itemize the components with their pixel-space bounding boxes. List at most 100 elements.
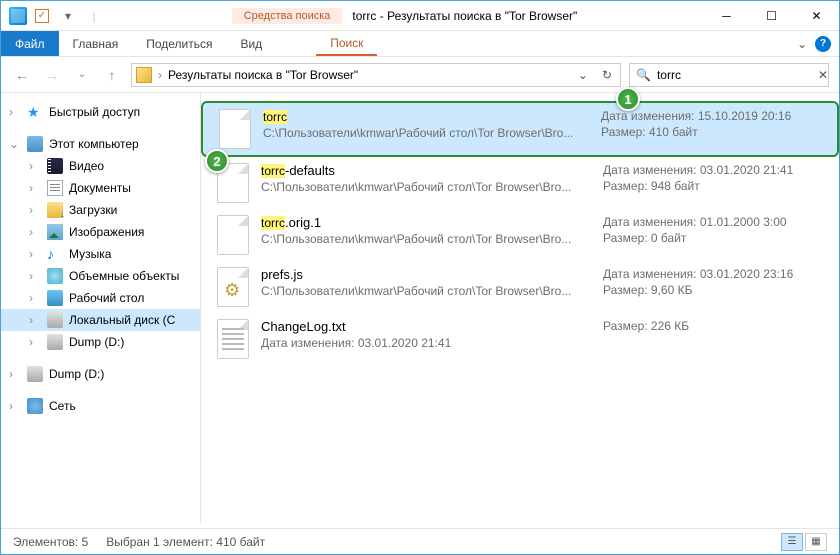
sidebar-label: Документы <box>69 181 131 195</box>
result-row[interactable]: prefs.js С:\Пользователи\kmwar\Рабочий ст… <box>201 261 839 313</box>
file-icon <box>217 319 249 359</box>
back-button[interactable]: ← <box>11 64 33 86</box>
result-metadata: Дата изменения: 03.01.2020 21:41Размер: … <box>603 163 823 195</box>
sidebar-label: Объемные объекты <box>69 269 179 283</box>
status-selection: Выбран 1 элемент: 410 байт <box>106 535 265 549</box>
search-box[interactable]: 🔍 ✕ <box>629 63 829 87</box>
sidebar-label: Музыка <box>69 247 111 261</box>
file-icon <box>219 109 251 149</box>
sidebar-music[interactable]: ♪ Музыка <box>1 243 200 265</box>
search-input[interactable] <box>657 68 812 82</box>
document-icon <box>47 180 63 196</box>
star-icon: ★ <box>27 104 43 120</box>
sidebar-network[interactable]: Сеть <box>1 395 200 417</box>
tab-search[interactable]: Поиск <box>316 31 377 56</box>
sidebar-label: Изображения <box>69 225 144 239</box>
3d-icon <box>47 268 63 284</box>
help-icon[interactable]: ? <box>815 36 831 52</box>
search-tools-contextual-tab: Средства поиска <box>232 8 343 24</box>
results-pane[interactable]: torrc С:\Пользователи\kmwar\Рабочий стол\… <box>201 93 839 523</box>
breadcrumb-chevron[interactable]: › <box>158 68 162 82</box>
sidebar-this-pc[interactable]: Этот компьютер <box>1 133 200 155</box>
forward-button[interactable]: → <box>41 64 63 86</box>
qat-dropdown[interactable]: ▾ <box>57 5 79 27</box>
qat-checkbox[interactable]: ✓ <box>31 5 53 27</box>
navigation-bar: ← → ⌄ ↑ › Результаты поиска в "Tor Brows… <box>1 57 839 93</box>
drive-icon <box>27 366 43 382</box>
sidebar-quick-access[interactable]: ★ Быстрый доступ <box>1 101 200 123</box>
tab-home[interactable]: Главная <box>59 31 133 56</box>
view-details-button[interactable]: ☰ <box>781 533 803 551</box>
sidebar-label: Dump (D:) <box>49 367 104 381</box>
picture-icon <box>47 224 63 240</box>
clear-search-icon[interactable]: ✕ <box>818 68 828 82</box>
sidebar-label: Быстрый доступ <box>49 105 140 119</box>
sidebar-label: Локальный диск (С <box>69 313 175 327</box>
sidebar-label: Рабочий стол <box>69 291 144 305</box>
refresh-icon[interactable]: ↻ <box>598 68 616 82</box>
breadcrumb-text[interactable]: Результаты поиска в "Tor Browser" <box>168 68 568 82</box>
minimize-button[interactable]: ─ <box>704 1 749 31</box>
result-path: С:\Пользователи\kmwar\Рабочий стол\Tor B… <box>263 126 589 140</box>
video-icon <box>47 158 63 174</box>
result-metadata: Дата изменения: 03.01.2020 23:16Размер: … <box>603 267 823 299</box>
result-filename: torrc-defaults <box>261 163 591 178</box>
result-metadata: Дата изменения: 15.10.2019 20:16Размер: … <box>601 109 821 141</box>
result-filename: prefs.js <box>261 267 591 282</box>
status-item-count: Элементов: 5 <box>13 535 88 549</box>
folder-icon <box>136 67 152 83</box>
titlebar: ✓ ▾ | Средства поиска torrc - Результаты… <box>1 1 839 31</box>
result-filename: torrc.orig.1 <box>261 215 591 230</box>
sidebar-dump-d[interactable]: Dump (D:) <box>1 331 200 353</box>
result-filename: ChangeLog.txt <box>261 319 591 334</box>
address-dropdown-icon[interactable]: ⌄ <box>574 68 592 82</box>
result-metadata: Размер: 226 КБ <box>603 319 823 335</box>
sidebar-label: Загрузки <box>69 203 117 217</box>
network-icon <box>27 398 43 414</box>
result-path: С:\Пользователи\kmwar\Рабочий стол\Tor B… <box>261 180 591 194</box>
result-metadata: Дата изменения: 01.01.2000 3:00Размер: 0… <box>603 215 823 247</box>
sidebar-pictures[interactable]: Изображения <box>1 221 200 243</box>
tab-share[interactable]: Поделиться <box>132 31 226 56</box>
result-row[interactable]: torrc.orig.1 С:\Пользователи\kmwar\Рабочи… <box>201 209 839 261</box>
sidebar-videos[interactable]: Видео <box>1 155 200 177</box>
file-icon <box>217 215 249 255</box>
tab-view[interactable]: Вид <box>226 31 276 56</box>
file-icon <box>217 267 249 307</box>
result-row[interactable]: torrc С:\Пользователи\kmwar\Рабочий стол\… <box>201 101 839 157</box>
view-thumbnails-button[interactable]: ▦ <box>805 533 827 551</box>
close-button[interactable]: ✕ <box>794 1 839 31</box>
recent-dropdown[interactable]: ⌄ <box>71 64 93 86</box>
navigation-pane[interactable]: ★ Быстрый доступ Этот компьютер Видео Док… <box>1 93 201 523</box>
sidebar-downloads[interactable]: Загрузки <box>1 199 200 221</box>
sidebar-label: Сеть <box>49 399 76 413</box>
app-icon <box>9 7 27 25</box>
qat-separator: | <box>83 5 105 27</box>
result-row[interactable]: ChangeLog.txtДата изменения: 03.01.2020 … <box>201 313 839 365</box>
status-bar: Элементов: 5 Выбран 1 элемент: 410 байт … <box>1 528 839 554</box>
up-button[interactable]: ↑ <box>101 64 123 86</box>
sidebar-desktop[interactable]: Рабочий стол <box>1 287 200 309</box>
result-path: С:\Пользователи\kmwar\Рабочий стол\Tor B… <box>261 232 591 246</box>
drive-icon <box>47 334 63 350</box>
address-bar[interactable]: › Результаты поиска в "Tor Browser" ⌄ ↻ <box>131 63 621 87</box>
music-icon: ♪ <box>47 246 63 262</box>
pc-icon <box>27 136 43 152</box>
sidebar-dump-d-2[interactable]: Dump (D:) <box>1 363 200 385</box>
ribbon-tabs: Файл Главная Поделиться Вид Поиск ⌄ ? <box>1 31 839 57</box>
search-icon: 🔍 <box>636 68 651 82</box>
sidebar-3d-objects[interactable]: Объемные объекты <box>1 265 200 287</box>
maximize-button[interactable]: ☐ <box>749 1 794 31</box>
sidebar-documents[interactable]: Документы <box>1 177 200 199</box>
result-row[interactable]: torrc-defaults С:\Пользователи\kmwar\Рабо… <box>201 157 839 209</box>
annotation-badge-1: 1 <box>616 87 640 111</box>
drive-icon <box>47 312 63 328</box>
result-path: С:\Пользователи\kmwar\Рабочий стол\Tor B… <box>261 284 591 298</box>
result-filename: torrc <box>263 109 589 124</box>
sidebar-local-disk-c[interactable]: Локальный диск (С <box>1 309 200 331</box>
tab-file[interactable]: Файл <box>1 31 59 56</box>
annotation-badge-2: 2 <box>205 149 229 173</box>
window-title: torrc - Результаты поиска в "Tor Browser… <box>352 9 577 23</box>
download-icon <box>47 202 63 218</box>
ribbon-expand-icon[interactable]: ⌄ <box>797 37 807 51</box>
